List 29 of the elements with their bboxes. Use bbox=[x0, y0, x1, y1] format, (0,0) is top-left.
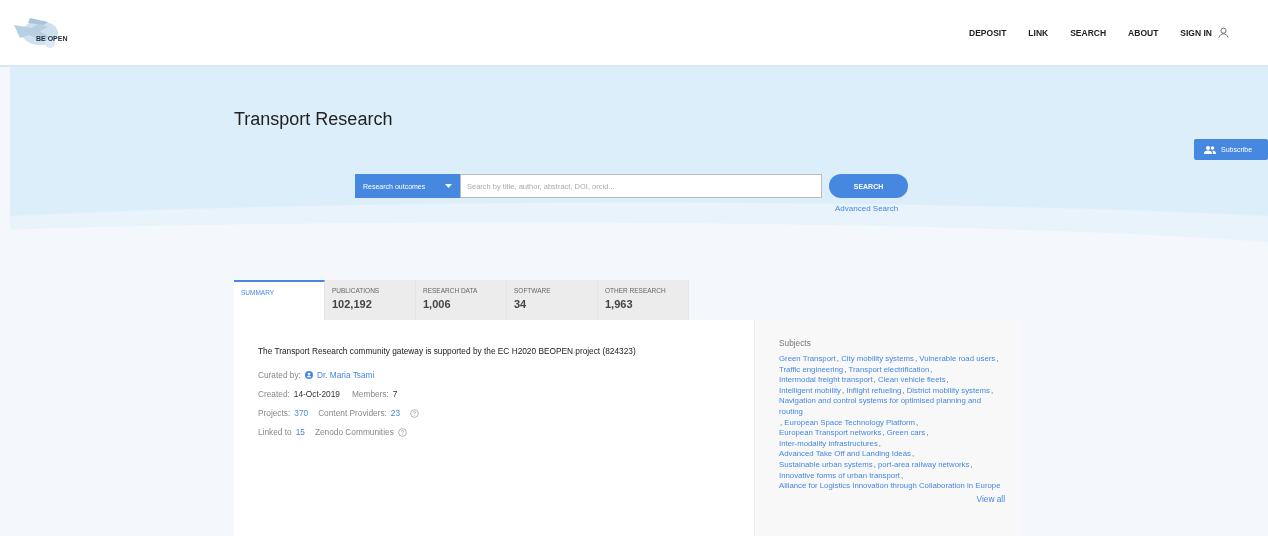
page-title: Transport Research bbox=[234, 109, 394, 130]
providers-link[interactable]: 23 bbox=[390, 408, 401, 418]
label: Curated by: bbox=[258, 370, 301, 380]
nav-link[interactable]: SIGN IN bbox=[1169, 27, 1240, 38]
nav-link[interactable]: DEPOSIT bbox=[958, 27, 1018, 38]
communities-link[interactable]: 15 bbox=[295, 427, 305, 437]
advanced-search-link[interactable]: Advanced Search bbox=[835, 204, 899, 213]
label: Linked to bbox=[258, 427, 292, 437]
user-icon bbox=[1218, 27, 1229, 38]
curator-link[interactable]: Dr. Maria Tsami bbox=[316, 370, 375, 380]
label: Content Providers: bbox=[318, 408, 387, 418]
nav-link[interactable]: LINK bbox=[1017, 27, 1060, 38]
help-icon[interactable] bbox=[410, 408, 420, 418]
description: The Transport Research community gateway is supported by the EC H2020 BEOPEN project (824323) bbox=[258, 346, 637, 356]
caret-icon bbox=[445, 184, 452, 188]
subjects-title: Subjects bbox=[779, 338, 812, 348]
nav-link[interactable]: ABOUT bbox=[1117, 27, 1170, 38]
projects-link[interactable]: 370 bbox=[294, 408, 309, 418]
nav-link[interactable]: SEARCH bbox=[1059, 27, 1118, 38]
view-all-link[interactable]: View all bbox=[779, 493, 1005, 504]
people-icon bbox=[1204, 145, 1216, 154]
value: 14-Oct-2019 bbox=[293, 389, 340, 399]
person-icon bbox=[304, 371, 313, 379]
label: Created: bbox=[258, 389, 290, 399]
value: 7 bbox=[392, 389, 398, 399]
label: Zenodo Communities bbox=[314, 427, 394, 437]
label: Projects: bbox=[258, 408, 291, 418]
label: Members: bbox=[351, 389, 389, 399]
help-icon[interactable] bbox=[397, 427, 407, 437]
